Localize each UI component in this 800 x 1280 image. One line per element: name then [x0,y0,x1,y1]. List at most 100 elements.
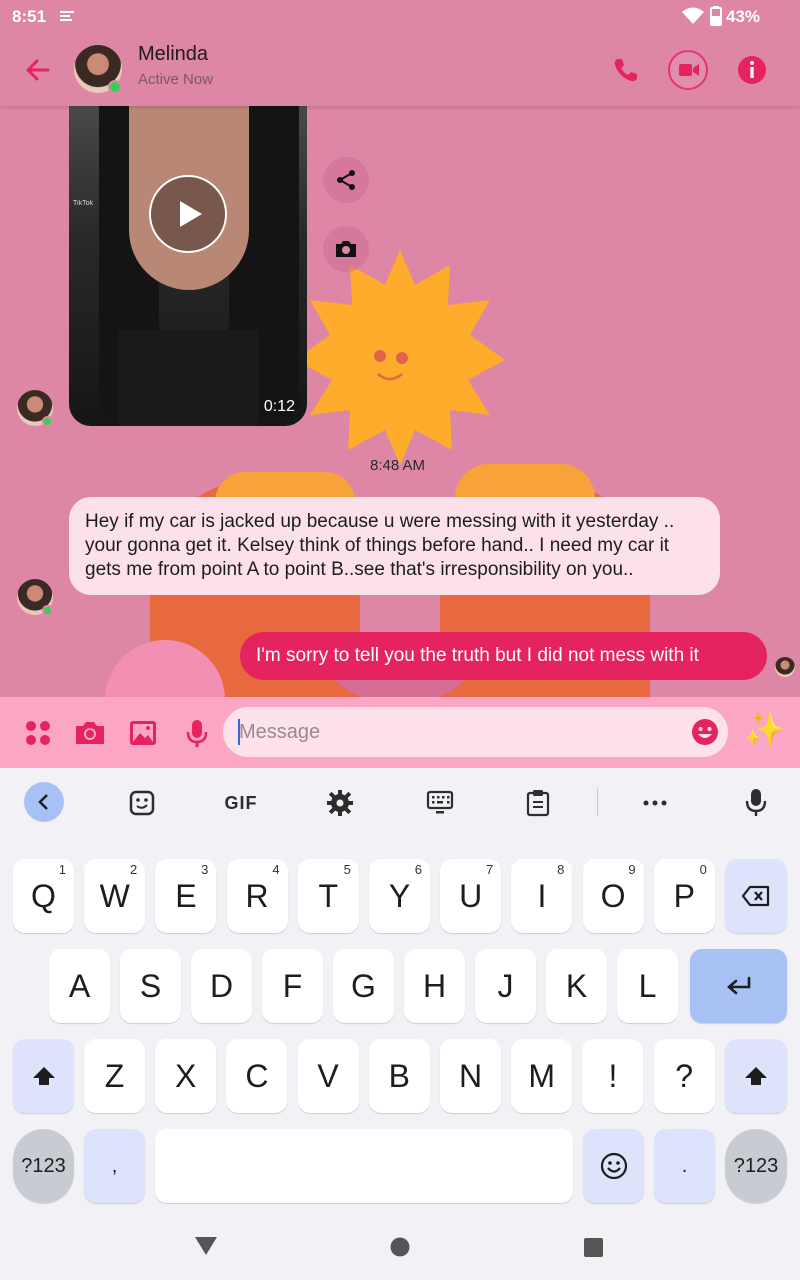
keyboard-collapse-button[interactable] [24,782,64,822]
key-label: B [388,1057,410,1094]
microphone-icon[interactable] [179,715,215,751]
key-x[interactable]: X [155,1039,217,1113]
key-h[interactable]: H [404,949,465,1023]
key-label: Y [388,877,411,914]
key-m[interactable]: M [511,1039,573,1113]
key-label: S [139,967,162,1004]
chat-header: Melinda Active Now [0,34,800,106]
apps-grid-icon[interactable] [20,715,56,751]
camera-icon[interactable] [72,715,108,751]
settings-button[interactable] [320,783,360,823]
key-w[interactable]: W2 [84,859,146,933]
gif-label: GIF [224,792,258,813]
key-question[interactable]: ? [653,1039,715,1113]
more-options-button[interactable] [635,783,675,823]
message-input[interactable] [223,707,728,757]
key-u[interactable]: U7 [440,859,502,933]
key-hint: 3 [201,862,209,877]
key-label: H [422,967,447,1004]
keyboard-icon [426,790,454,814]
backspace-key[interactable] [725,859,787,933]
key-c[interactable]: C [226,1039,288,1113]
play-button[interactable] [149,175,227,253]
key-y[interactable]: Y6 [369,859,430,933]
key-r[interactable]: R4 [226,859,288,933]
key-label: E [175,877,197,914]
voice-input-button[interactable] [736,783,776,823]
video-message[interactable]: TikTok 0:12 [69,100,307,426]
space-bar[interactable] [155,1129,573,1203]
key-label: A [68,967,91,1004]
sparkle-effects-icon[interactable]: ✨ [743,710,785,750]
video-camera-icon [679,64,699,76]
shift-key-right[interactable] [725,1039,787,1113]
emoji-icon[interactable] [690,717,720,747]
battery-icon [710,6,722,26]
emoji-icon [600,1152,627,1180]
key-label: P [673,877,695,914]
comma-key[interactable]: , [84,1129,145,1203]
key-hint: 6 [414,862,422,877]
period-key[interactable]: . [654,1129,715,1203]
sticker-button[interactable] [122,783,162,823]
chevron-left-icon [38,794,48,810]
sun-sticker [295,250,505,465]
outgoing-message[interactable]: I'm sorry to tell you the truth but I di… [240,632,767,680]
key-label: ?123 [21,1154,66,1177]
key-label: O [600,877,626,914]
key-f[interactable]: F [262,949,323,1023]
enter-key[interactable] [690,949,787,1023]
symbols-key-left[interactable]: ?123 [13,1129,74,1203]
home-circle-icon[interactable] [390,1237,410,1257]
key-b[interactable]: B [368,1039,430,1113]
key-label: K [565,967,588,1004]
key-k[interactable]: K [546,949,607,1023]
keyboard-layout-button[interactable] [420,783,460,823]
recents-square-icon[interactable] [584,1238,603,1257]
gallery-icon[interactable] [125,715,161,751]
key-hint: 7 [485,862,494,877]
key-e[interactable]: E3 [155,859,217,933]
online-indicator [108,80,122,94]
key-g[interactable]: G [333,949,394,1023]
incoming-message[interactable]: Hey if my car is jacked up because u wer… [69,497,720,595]
key-j[interactable]: J [475,949,536,1023]
emoji-key[interactable] [583,1129,644,1203]
info-icon[interactable] [732,50,772,90]
camera-reply-button[interactable] [323,226,369,272]
key-d[interactable]: D [191,949,252,1023]
gif-button[interactable]: GIF [221,783,261,823]
key-v[interactable]: V [297,1039,359,1113]
share-button[interactable] [323,157,369,203]
symbols-key-right[interactable]: ?123 [725,1129,787,1203]
contact-name[interactable]: Melinda [138,43,208,66]
key-p[interactable]: P0 [653,859,715,933]
key-label: G [351,967,376,1004]
key-n[interactable]: N [440,1039,501,1113]
back-triangle-icon[interactable] [194,1236,218,1256]
key-label: N [458,1057,483,1094]
key-hint: 2 [129,862,138,877]
key-exclamation[interactable]: ! [582,1039,644,1113]
key-o[interactable]: O9 [582,859,644,933]
key-label: ! [608,1057,618,1094]
key-q[interactable]: Q1 [13,859,74,933]
shift-key-left[interactable] [13,1039,74,1113]
message-composer: ✨ [0,697,800,768]
clipboard-button[interactable] [518,783,558,823]
key-z[interactable]: Z [84,1039,145,1113]
key-s[interactable]: S [120,949,181,1023]
key-label: X [175,1057,197,1094]
key-l[interactable]: L [617,949,678,1023]
key-i[interactable]: I8 [511,859,573,933]
key-label: D [209,967,234,1004]
video-call-button[interactable] [668,50,708,90]
camera-icon [336,241,356,257]
phone-call-icon[interactable] [605,50,645,90]
key-a[interactable]: A [49,949,110,1023]
share-icon [337,170,355,190]
back-arrow-icon[interactable] [20,52,56,88]
key-t[interactable]: T5 [297,859,359,933]
backspace-icon [741,885,770,907]
key-label: . [681,1154,688,1177]
